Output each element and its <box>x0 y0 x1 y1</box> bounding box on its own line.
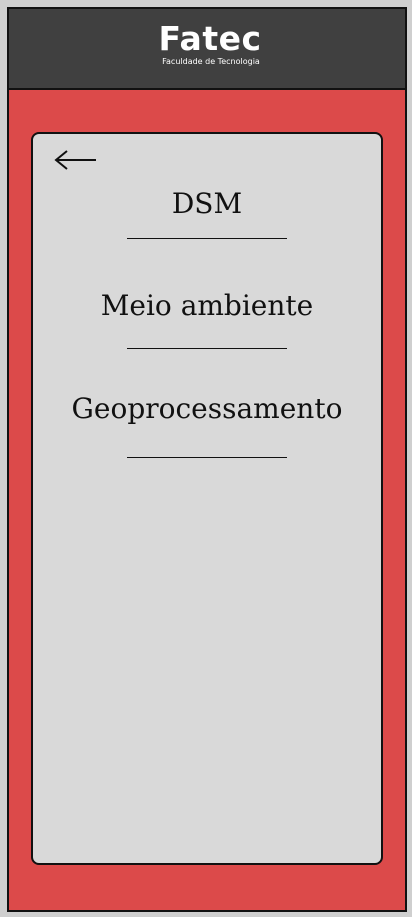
menu-item-label: Meio ambiente <box>100 289 314 322</box>
menu-item-label: Geoprocessamento <box>71 392 343 425</box>
fatec-logo: Fatec Faculdade de Tecnologia <box>9 21 405 67</box>
arrow-left-icon <box>54 150 96 170</box>
menu-item-dsm[interactable]: DSM <box>33 186 381 239</box>
back-button[interactable] <box>53 148 99 172</box>
menu-item-geoprocessamento[interactable]: Geoprocessamento <box>33 391 381 458</box>
menu-item-label: DSM <box>171 187 243 220</box>
divider <box>127 348 287 349</box>
divider <box>127 457 287 458</box>
logo-subtitle: Faculdade de Tecnologia <box>162 57 260 66</box>
course-menu-card: DSM Meio ambiente Geoprocessamento <box>31 132 383 865</box>
divider <box>127 238 287 239</box>
menu-item-meio-ambiente[interactable]: Meio ambiente <box>33 288 381 349</box>
app-header: Fatec Faculdade de Tecnologia <box>9 9 405 90</box>
app-screen: Fatec Faculdade de Tecnologia DSM Meio a… <box>7 7 407 912</box>
logo-title: Fatec <box>158 19 262 58</box>
